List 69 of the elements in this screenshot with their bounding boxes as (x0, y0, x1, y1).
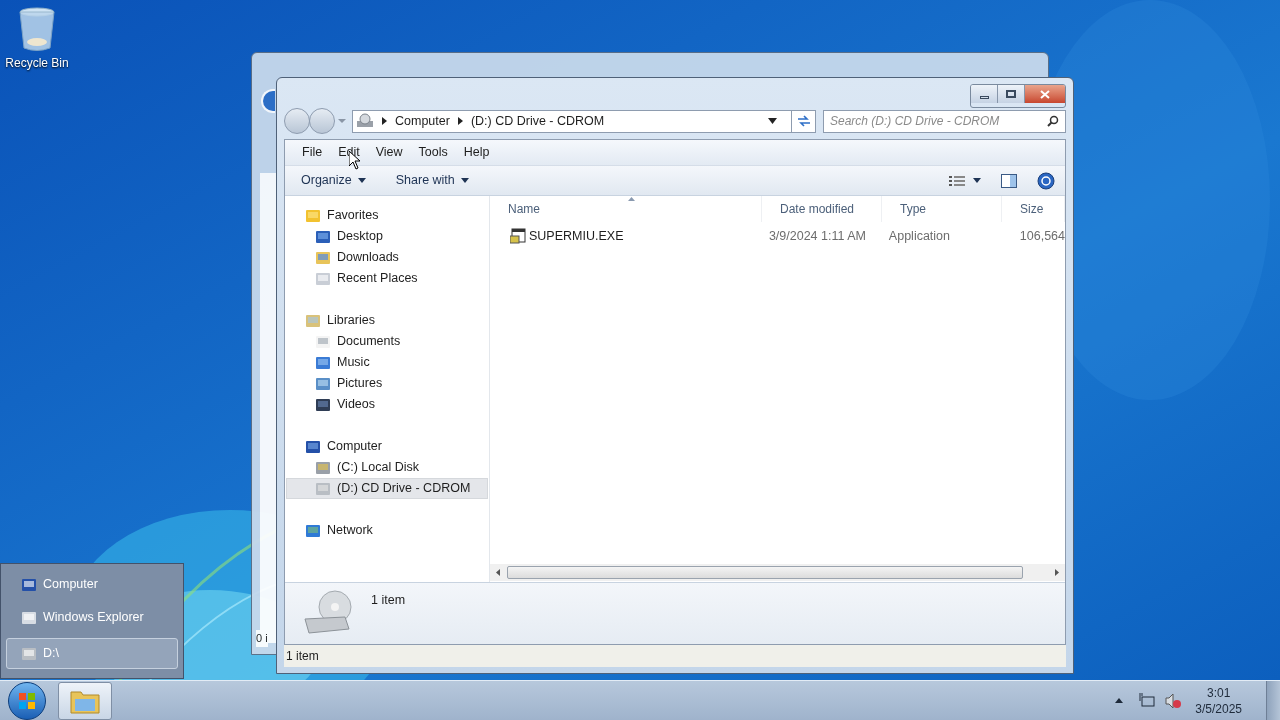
type-cell-text: Application (887, 227, 951, 245)
view-options-button[interactable] (949, 174, 981, 187)
menu-item[interactable]: Help (456, 143, 497, 162)
chevron-right-icon[interactable] (457, 117, 463, 125)
application-icon (510, 228, 526, 244)
list-icon (949, 174, 965, 187)
nav-item[interactable]: Downloads (286, 247, 488, 268)
search-field[interactable]: Search (D:) CD Drive - CDROM (823, 109, 1066, 133)
trash-bin-icon[interactable] (17, 6, 57, 52)
nav-item[interactable]: Videos (286, 394, 488, 415)
speaker-muted-icon[interactable] (1165, 692, 1182, 709)
nav-item[interactable]: Documents (286, 331, 488, 352)
help-button[interactable] (1037, 171, 1055, 190)
caret-up-icon[interactable] (1115, 698, 1124, 703)
scrollbar-thumb[interactable] (507, 566, 1023, 579)
help-icon (1037, 171, 1055, 190)
nav-item[interactable]: Favorites (286, 205, 488, 226)
close-button[interactable] (1025, 85, 1065, 103)
nav-item[interactable]: Recent Places (286, 268, 488, 289)
monitor-icon (21, 576, 37, 593)
chevron-right-icon[interactable] (382, 117, 387, 125)
date-cell-text: 3/9/2024 1:11 AM (767, 227, 867, 245)
network-icon[interactable] (1139, 692, 1156, 709)
nav-item[interactable]: Network (286, 520, 488, 541)
pane-icon (1001, 173, 1017, 188)
column-header[interactable]: Type (882, 196, 1002, 222)
nav-item[interactable]: Libraries (286, 310, 488, 331)
caret-icon (973, 178, 981, 183)
toolbar-button[interactable]: Organize (295, 171, 372, 190)
monitor-icon (305, 438, 321, 455)
menu-item[interactable]: Tools (411, 143, 455, 162)
nav-item[interactable]: Computer (286, 436, 488, 457)
minimize-button[interactable] (971, 85, 998, 103)
windows-logo-icon (18, 691, 36, 710)
search-icon (1047, 115, 1059, 127)
caret-icon[interactable] (768, 118, 777, 124)
monitor-icon (315, 228, 331, 245)
status-text: 0 i (256, 630, 268, 647)
file-name: SUPERMIU.EXE (529, 227, 624, 245)
close-icon (1040, 89, 1050, 99)
preview-pane-button[interactable] (1001, 173, 1017, 188)
menu-item[interactable]: File (295, 143, 330, 162)
column-header[interactable]: Date modified (762, 196, 882, 222)
breadcrumb[interactable]: (D:) CD Drive - CDROM (470, 111, 605, 131)
caret-icon (357, 178, 366, 183)
horizontal-scrollbar[interactable] (490, 564, 1065, 581)
clock[interactable]: 3:01 3/5/2025 (1195, 684, 1242, 717)
nav-item[interactable]: (C:) Local Disk (286, 457, 488, 478)
nav-item[interactable]: Music (286, 352, 488, 373)
menu-item[interactable]: View (368, 143, 410, 162)
refresh-icon (796, 115, 811, 127)
caret-icon (460, 178, 469, 183)
column-header[interactable]: Size (1002, 196, 1065, 222)
toolbar-button[interactable]: Share with (389, 171, 475, 190)
breadcrumb[interactable]: Computer (395, 111, 450, 131)
taskbar-button[interactable] (58, 681, 112, 720)
nav-item[interactable]: Desktop (286, 226, 488, 247)
sort-arrow-icon (628, 197, 635, 201)
nav-item[interactable]: (D:) CD Drive - CDROM (286, 478, 488, 499)
item-count: 1 item (371, 592, 406, 609)
show-desktop-button[interactable] (1266, 680, 1280, 720)
nav-item[interactable]: Pictures (286, 373, 488, 394)
start-button[interactable] (8, 681, 46, 720)
size-cell-text: 106,564 (1018, 227, 1065, 245)
status-text: 1 item (286, 648, 319, 665)
desktop-icon-label[interactable]: Recycle Bin (5, 54, 69, 72)
address-bar[interactable]: Computer (D:) CD Drive - CDROM (352, 109, 816, 133)
file-row[interactable]: SUPERMIU.EXE 3/9/2024 1:11 AM Application 106,564 (490, 225, 1065, 247)
maximize-button[interactable] (998, 85, 1025, 103)
